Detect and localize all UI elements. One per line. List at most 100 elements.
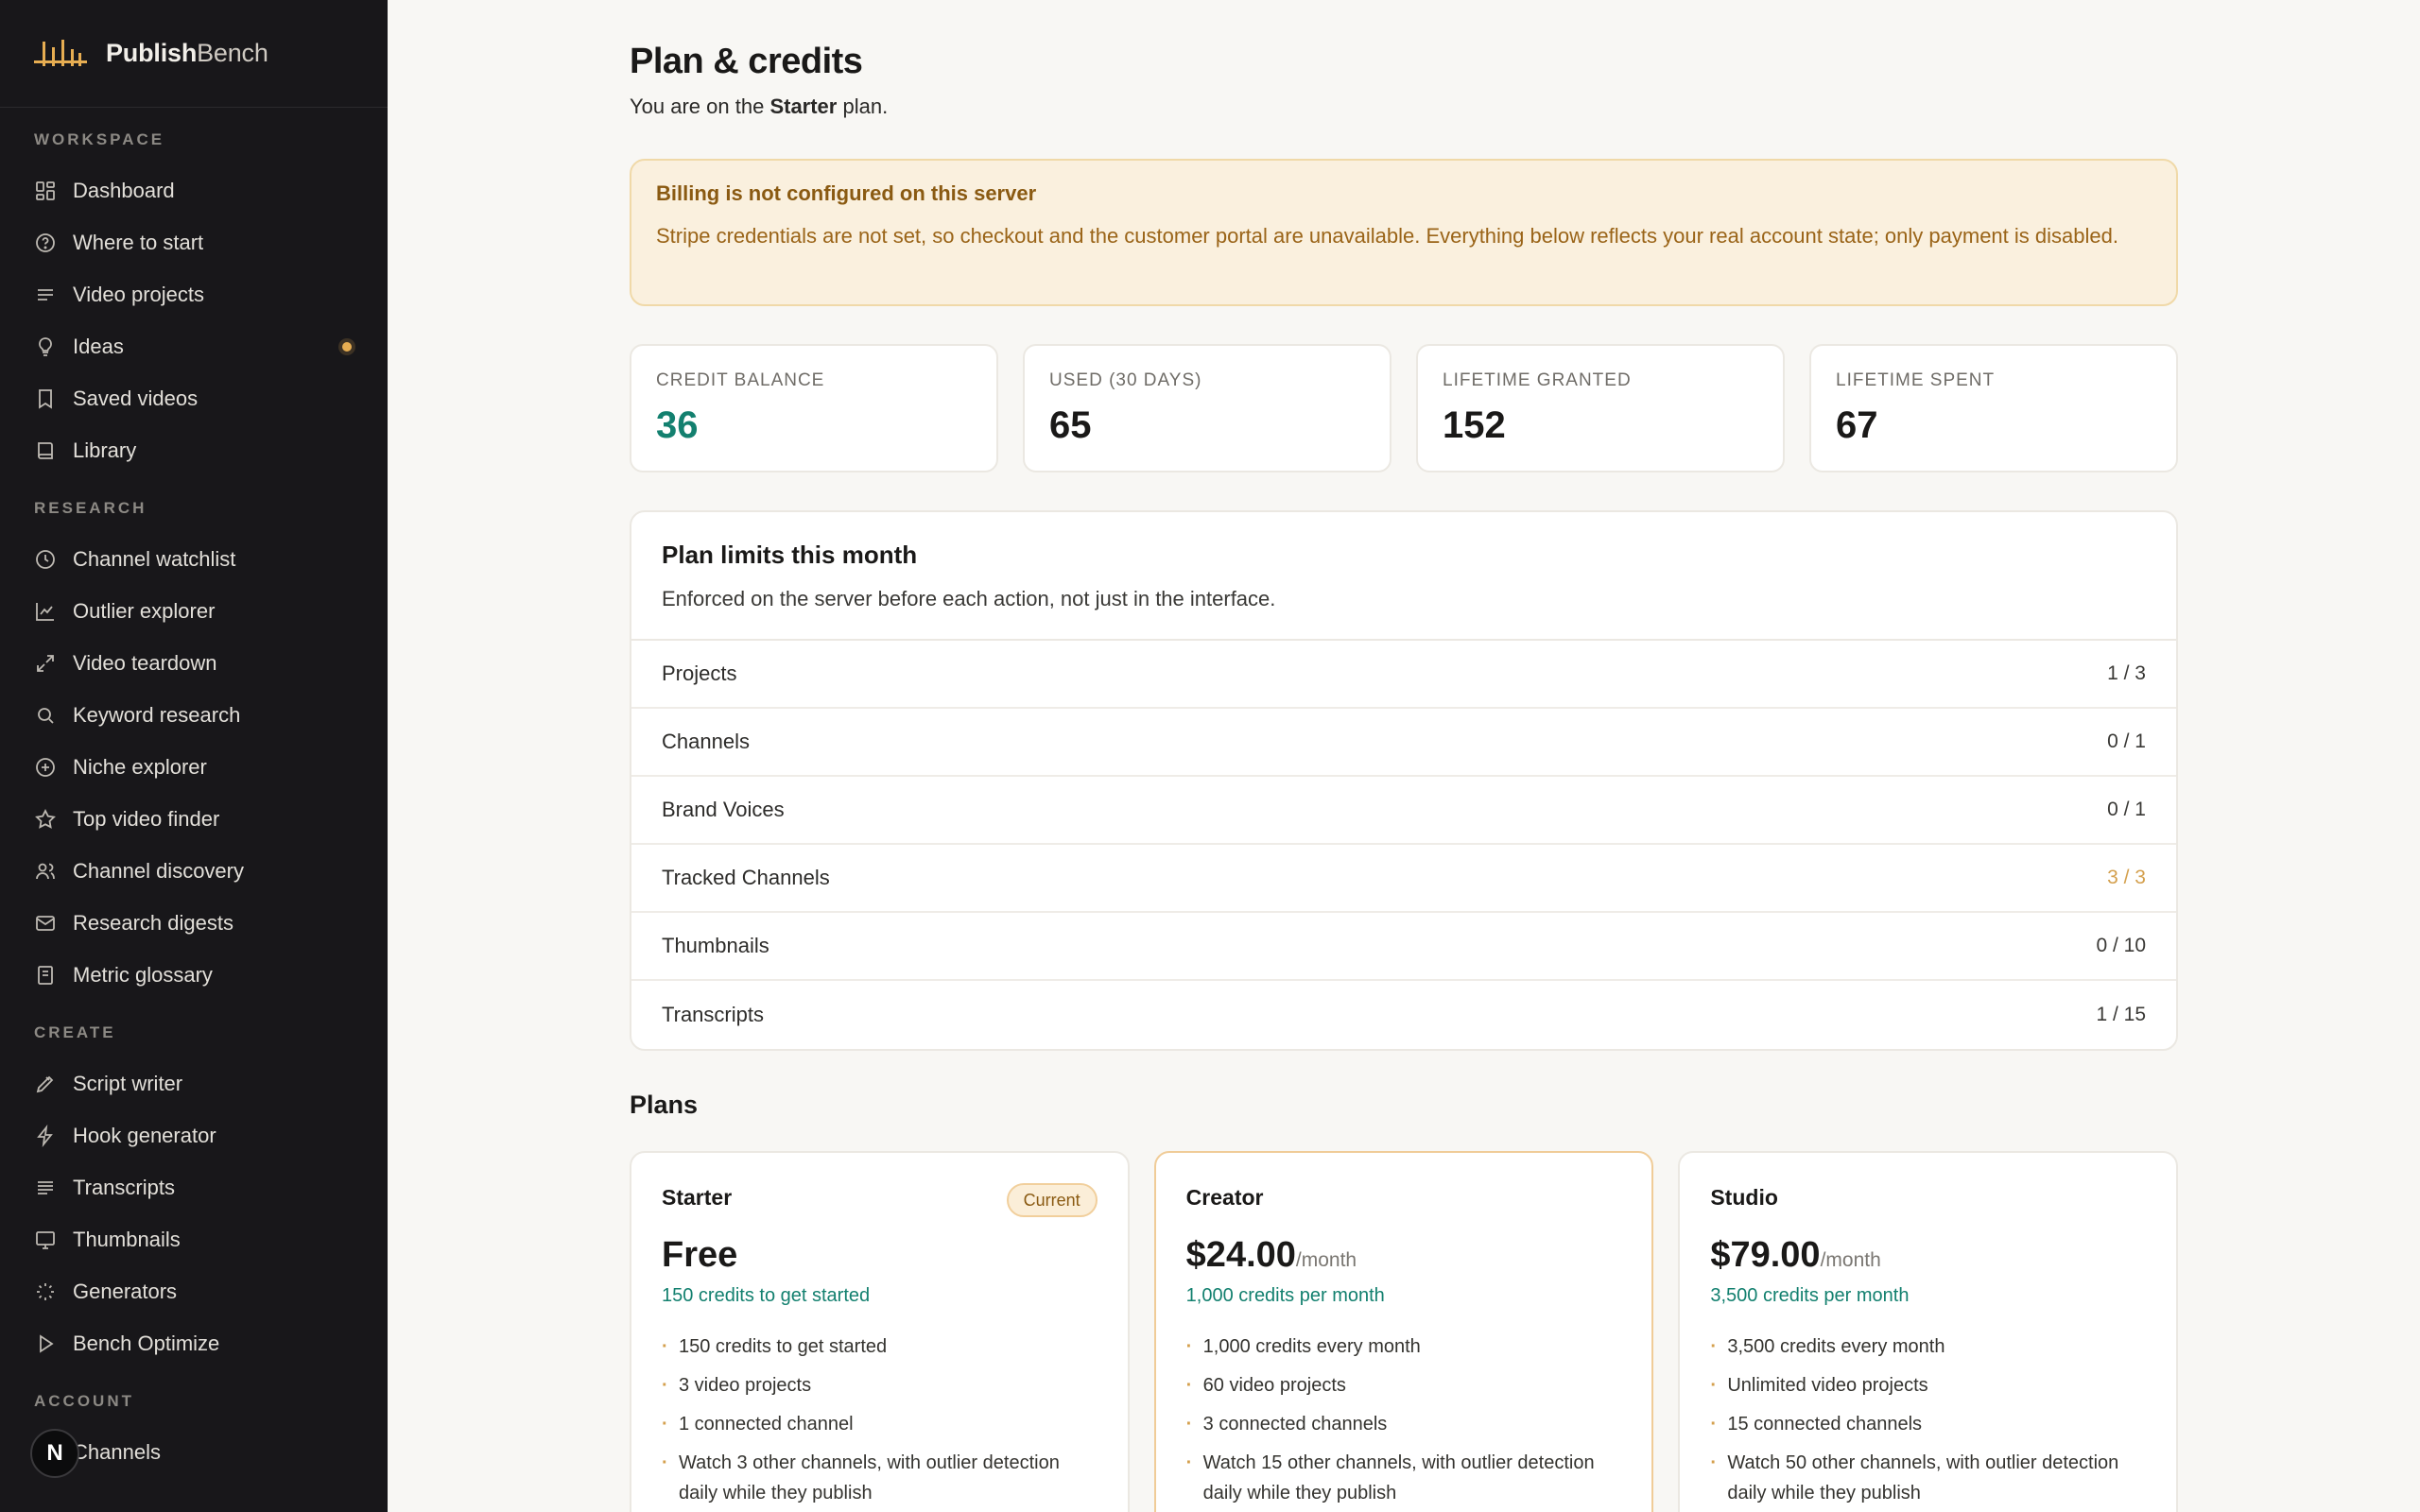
sidebar-item-channel-discovery[interactable]: Channel discovery <box>34 845 388 897</box>
text-lines-icon <box>34 1177 57 1199</box>
nav-heading: WORKSPACE <box>34 130 165 148</box>
plan-feature: 3,500 credits every month <box>1710 1332 2146 1362</box>
sidebar-item-channel-watchlist[interactable]: Channel watchlist <box>34 533 388 585</box>
sidebar-item-hook-generator[interactable]: Hook generator <box>34 1109 388 1161</box>
limit-value: 0 / 1 <box>2107 799 2146 820</box>
page-title: Plan & credits <box>630 42 863 81</box>
sidebar-item-label: Channel watchlist <box>73 546 236 571</box>
nav-section-research: RESEARCH Channel watchlist Outlier explo… <box>0 495 388 1001</box>
sidebar-item-script-writer[interactable]: Script writer <box>34 1057 388 1109</box>
plan-feature: 60 video projects <box>1186 1370 1622 1400</box>
plan-feature: Watch 50 other channels, with outlier de… <box>1710 1448 2146 1508</box>
current-plan-name: Starter <box>769 94 838 118</box>
stat-value: 152 <box>1443 404 1506 446</box>
lightbulb-icon <box>34 335 57 358</box>
limit-label: Projects <box>662 662 737 685</box>
plus-circle-icon <box>34 756 57 779</box>
stat-label: CREDIT BALANCE <box>656 370 825 390</box>
nav-heading: CREATE <box>34 1023 116 1041</box>
plan-credits: 3,500 credits per month <box>1710 1285 1910 1306</box>
notification-dot <box>342 342 352 352</box>
monitor-icon <box>34 1228 57 1251</box>
play-icon <box>34 1332 57 1355</box>
stat-label: USED (30 DAYS) <box>1049 370 1202 390</box>
alert-body: Stripe credentials are not set, so check… <box>656 224 2118 248</box>
plan-feature: 1,000 credits every month <box>1186 1332 1622 1362</box>
sidebar-item-saved-videos[interactable]: Saved videos <box>34 372 388 424</box>
brand[interactable]: PublishBench <box>0 0 388 108</box>
sidebar-item-dashboard[interactable]: Dashboard <box>34 164 388 216</box>
plan-feature: Watch 15 other channels, with outlier de… <box>1186 1448 1622 1508</box>
limit-row: Thumbnails 0 / 10 <box>631 913 2176 981</box>
nav-heading: ACCOUNT <box>34 1392 134 1410</box>
sidebar-item-keyword-research[interactable]: Keyword research <box>34 689 388 741</box>
search-icon <box>34 704 57 727</box>
sidebar-item-label: Hook generator <box>73 1123 216 1147</box>
plan-feature: 3 connected channels <box>1186 1409 1622 1439</box>
plan-name: Creator <box>1185 1185 1264 1210</box>
stat-card-lifetime-granted: LIFETIME GRANTED 152 <box>1416 344 1785 472</box>
user-badge[interactable]: N <box>30 1429 79 1478</box>
notebook-icon <box>34 964 57 987</box>
sidebar-item-label: Research digests <box>73 910 233 935</box>
sidebar-item-label: Top video finder <box>73 806 220 831</box>
plan-limits-header: Plan limits this month Enforced on the s… <box>631 512 2176 641</box>
sidebar-item-label: Where to start <box>73 230 204 254</box>
sidebar-item-video-projects[interactable]: Video projects <box>34 268 388 320</box>
bookmark-icon <box>34 387 57 410</box>
plan-card-starter[interactable]: Starter Current Free 150 credits to get … <box>630 1151 1130 1512</box>
sidebar-item-label: Niche explorer <box>73 754 207 779</box>
limit-value-at-limit: 3 / 3 <box>2107 867 2146 888</box>
sidebar-item-generators[interactable]: Generators <box>34 1265 388 1317</box>
limit-row: Projects 1 / 3 <box>631 641 2176 709</box>
sidebar-item-transcripts[interactable]: Transcripts <box>34 1161 388 1213</box>
sidebar-item-outlier-explorer[interactable]: Outlier explorer <box>34 585 388 637</box>
list-icon <box>34 284 57 306</box>
sidebar-item-niche-explorer[interactable]: Niche explorer <box>34 741 388 793</box>
stat-card-credit-balance: CREDIT BALANCE 36 <box>630 344 998 472</box>
limit-value: 1 / 15 <box>2096 1004 2146 1025</box>
limit-row: Brand Voices 0 / 1 <box>631 777 2176 845</box>
plan-limits-card: Plan limits this month Enforced on the s… <box>630 510 2178 1051</box>
plan-feature: 15 connected channels <box>1710 1409 2146 1439</box>
stat-card-lifetime-spent: LIFETIME SPENT 67 <box>1809 344 2178 472</box>
plan-feature: 150 credits to get started <box>662 1332 1098 1362</box>
expand-icon <box>34 652 57 675</box>
page-subtitle: You are on the Starter plan. <box>630 94 889 118</box>
plan-card-creator[interactable]: Creator $24.00/month 1,000 credits per m… <box>1153 1151 1654 1512</box>
sidebar-item-where-to-start[interactable]: Where to start <box>34 216 388 268</box>
brand-name: PublishBench <box>106 39 268 67</box>
sidebar-item-ideas[interactable]: Ideas <box>34 320 388 372</box>
limit-label: Channels <box>662 730 750 753</box>
stat-card-used-30-days: USED (30 DAYS) 65 <box>1023 344 1392 472</box>
sidebar-item-library[interactable]: Library <box>34 424 388 476</box>
sidebar: PublishBench WORKSPACE Dashboard Where t… <box>0 0 388 1512</box>
logo-icon <box>34 39 87 66</box>
sidebar-item-research-digests[interactable]: Research digests <box>34 897 388 949</box>
sidebar-item-label: Channels <box>73 1439 161 1464</box>
stat-value: 67 <box>1836 404 1878 446</box>
current-plan-badge: Current <box>1006 1183 1098 1217</box>
sidebar-item-bench-optimize[interactable]: Bench Optimize <box>34 1317 388 1369</box>
stat-value: 65 <box>1049 404 1092 446</box>
sidebar-item-metric-glossary[interactable]: Metric glossary <box>34 949 388 1001</box>
mail-icon <box>34 912 57 935</box>
limit-value: 0 / 1 <box>2107 730 2146 752</box>
sidebar-item-top-video-finder[interactable]: Top video finder <box>34 793 388 845</box>
plan-credits: 1,000 credits per month <box>1185 1285 1385 1306</box>
sidebar-item-label: Channel discovery <box>73 858 244 883</box>
stat-label: LIFETIME GRANTED <box>1443 370 1632 390</box>
plan-card-studio[interactable]: Studio $79.00/month 3,500 credits per mo… <box>1678 1151 2179 1512</box>
sidebar-item-video-teardown[interactable]: Video teardown <box>34 637 388 689</box>
plan-price: Free <box>662 1235 738 1275</box>
nav-heading: RESEARCH <box>34 499 147 517</box>
sidebar-item-channels[interactable]: Channels <box>34 1426 388 1478</box>
sidebar-item-label: Video projects <box>73 282 205 306</box>
plan-limits-subtitle: Enforced on the server before each actio… <box>662 587 1276 610</box>
clock-icon <box>34 548 57 571</box>
sidebar-item-thumbnails[interactable]: Thumbnails <box>34 1213 388 1265</box>
plan-features: 1,000 credits every month 60 video proje… <box>1186 1332 1622 1508</box>
plan-name: Studio <box>1710 1185 1778 1210</box>
sidebar-item-label: Saved videos <box>73 386 199 410</box>
limit-value: 1 / 3 <box>2107 662 2146 684</box>
